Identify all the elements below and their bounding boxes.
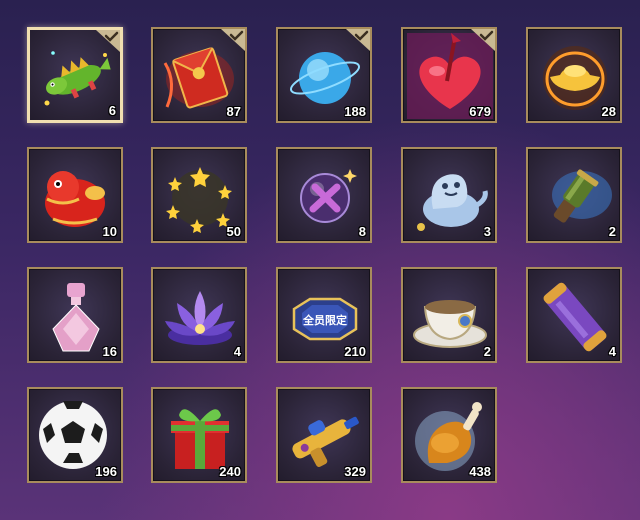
item-count: 8 [358,224,366,239]
inventory-grid: 6 87 188 679 28 10 50 8 3 2 16 4 全员限定 21… [0,0,640,520]
lotus-icon [157,273,243,359]
item-count: 329 [344,464,366,479]
teacup-icon [407,273,493,359]
item-count: 50 [226,224,241,239]
inventory-slot-chicken-leg[interactable]: 438 [401,387,497,483]
inventory-slot-lion-dance[interactable]: 10 [27,147,123,243]
inventory-slot-dragon-toy[interactable]: 6 [27,27,123,123]
checkmark-icon [215,29,245,51]
inventory-slot-gift-box[interactable]: 240 [151,387,247,483]
cross-bubble-icon [282,153,368,239]
item-count: 4 [233,344,241,359]
inventory-slot-badge[interactable]: 全员限定 210 [276,267,372,363]
inventory-slot-cross-bubble[interactable]: 8 [276,147,372,243]
item-count: 188 [344,104,366,119]
inventory-slot-gold-ingot[interactable]: 28 [526,27,622,123]
inventory-slot-telescope[interactable]: 2 [526,147,622,243]
inventory-slot-soccer-ball[interactable]: 196 [27,387,123,483]
inventory-slot-ghost-teapot[interactable]: 3 [401,147,497,243]
item-count: 28 [601,104,616,119]
item-count: 87 [226,104,241,119]
inventory-slot-blue-orb[interactable]: 188 [276,27,372,123]
telescope-icon [532,153,618,239]
item-count: 679 [469,104,491,119]
checkmark-icon [90,30,120,52]
inventory-slot-water-gun[interactable]: 329 [276,387,372,483]
item-count: 438 [469,464,491,479]
item-count: 6 [108,103,116,118]
item-count: 2 [608,224,616,239]
item-count: 16 [102,344,117,359]
svg-text:全员限定: 全员限定 [302,313,347,327]
item-count: 210 [344,344,366,359]
inventory-slot-teacup[interactable]: 2 [401,267,497,363]
item-count: 4 [608,344,616,359]
inventory-slot-lotus[interactable]: 4 [151,267,247,363]
item-count: 2 [483,344,491,359]
item-count: 240 [219,464,241,479]
item-count: 10 [102,224,117,239]
item-count: 3 [483,224,491,239]
ghost-teapot-icon [407,153,493,239]
scroll-icon [532,273,618,359]
inventory-slot-scroll[interactable]: 4 [526,267,622,363]
item-count: 196 [95,464,117,479]
checkmark-icon [340,29,370,51]
inventory-slot-heart-arrow[interactable]: 679 [401,27,497,123]
inventory-slot-star-ring[interactable]: 50 [151,147,247,243]
checkmark-icon [465,29,495,51]
inventory-slot-red-envelope[interactable]: 87 [151,27,247,123]
inventory-slot-perfume-bottle[interactable]: 16 [27,267,123,363]
